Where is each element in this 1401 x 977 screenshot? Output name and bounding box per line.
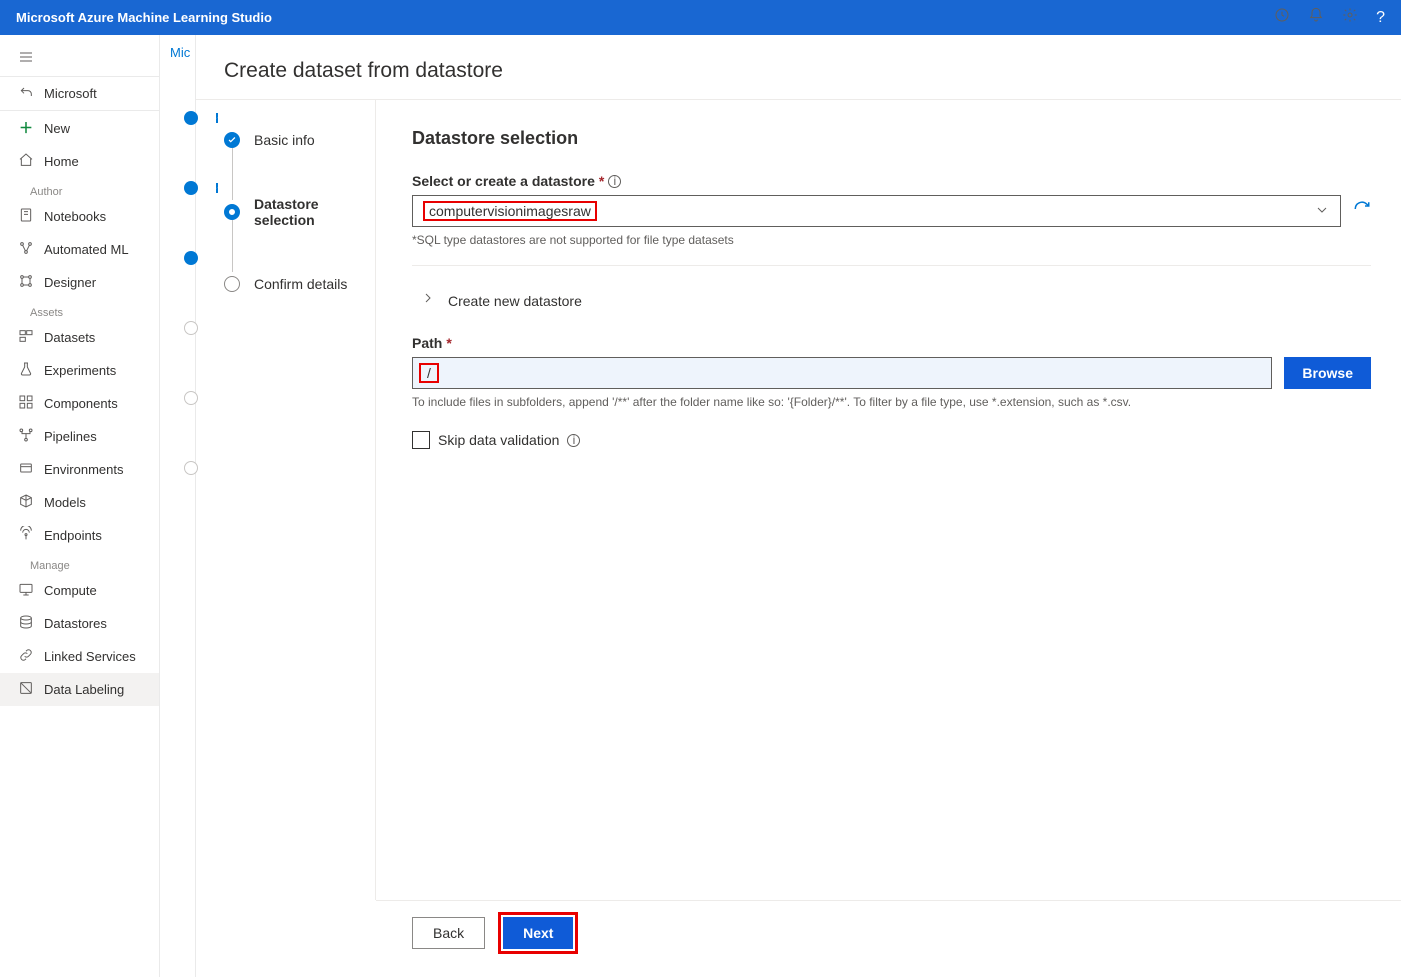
wizard-footer: Back Next xyxy=(376,900,1401,977)
bell-icon[interactable] xyxy=(1308,7,1324,28)
step-datastore-selection[interactable]: Datastore selection xyxy=(196,200,375,224)
label-icon xyxy=(18,680,34,699)
nav-endpoints[interactable]: Endpoints xyxy=(0,519,159,552)
chevron-down-icon xyxy=(1314,202,1330,221)
datastore-value: computervisionimagesraw xyxy=(423,201,597,221)
path-label: Path * xyxy=(412,335,1371,351)
components-icon xyxy=(18,394,34,413)
cube-icon xyxy=(18,493,34,512)
step-basic-info[interactable]: Basic info xyxy=(196,128,375,152)
path-value: / xyxy=(419,363,439,383)
create-datastore-link[interactable]: Create new datastore xyxy=(412,284,1371,317)
home-icon xyxy=(18,152,34,171)
help-icon[interactable]: ? xyxy=(1376,9,1385,27)
nav-designer[interactable]: Designer xyxy=(0,266,159,299)
nav-components[interactable]: Components xyxy=(0,387,159,420)
nav-automl[interactable]: Automated ML xyxy=(0,233,159,266)
section-manage: Manage xyxy=(0,552,159,574)
wizard-steps: Basic info Datastore selection Confirm d… xyxy=(196,100,376,900)
nav-datastores[interactable]: Datastores xyxy=(0,607,159,640)
datastore-hint: *SQL type datastores are not supported f… xyxy=(412,233,1371,247)
info-icon[interactable]: i xyxy=(567,434,580,447)
automl-icon xyxy=(18,240,34,259)
nav-home[interactable]: Home xyxy=(0,145,159,178)
nav-datasets[interactable]: Datasets xyxy=(0,321,159,354)
refresh-icon[interactable] xyxy=(1353,200,1371,223)
required-indicator: * xyxy=(446,335,451,351)
sidebar: Microsoft ＋ New Home Author Notebooks Au… xyxy=(0,35,160,977)
background-wizard-peek: Mic xyxy=(160,35,196,977)
flask-icon xyxy=(18,361,34,380)
topbar: Microsoft Azure Machine Learning Studio … xyxy=(0,0,1401,35)
back-button[interactable]: Back xyxy=(412,917,485,949)
plus-icon: ＋ xyxy=(18,118,34,138)
link-icon xyxy=(18,647,34,666)
breadcrumb-label: Microsoft xyxy=(44,86,97,101)
pipeline-icon xyxy=(18,427,34,446)
datastore-select[interactable]: computervisionimagesraw xyxy=(412,195,1341,227)
datasets-icon xyxy=(18,328,34,347)
topbar-actions: ? xyxy=(1274,7,1385,28)
gear-icon[interactable] xyxy=(1342,7,1358,28)
section-assets: Assets xyxy=(0,299,159,321)
info-icon[interactable]: i xyxy=(608,175,621,188)
skip-validation-checkbox[interactable]: Skip data validation i xyxy=(412,431,1371,449)
chevron-right-icon xyxy=(420,290,436,311)
checkbox-icon xyxy=(412,431,430,449)
compute-icon xyxy=(18,581,34,600)
nav-environments[interactable]: Environments xyxy=(0,453,159,486)
clock-icon[interactable] xyxy=(1274,7,1290,28)
pending-step-dot xyxy=(224,276,240,292)
nav-notebooks[interactable]: Notebooks xyxy=(0,200,159,233)
endpoint-icon xyxy=(18,526,34,545)
wizard-form: Datastore selection Select or create a d… xyxy=(376,100,1401,900)
next-button[interactable]: Next xyxy=(503,917,573,949)
nav-labeling[interactable]: Data Labeling xyxy=(0,673,159,706)
notebook-icon xyxy=(18,207,34,226)
peek-tab-label: Mic xyxy=(170,45,190,60)
wizard-title: Create dataset from datastore xyxy=(196,35,1401,100)
hamburger-icon[interactable] xyxy=(0,43,159,76)
designer-icon xyxy=(18,273,34,292)
nav-linked[interactable]: Linked Services xyxy=(0,640,159,673)
breadcrumb-back[interactable]: Microsoft xyxy=(0,77,159,110)
nav-new[interactable]: ＋ New xyxy=(0,111,159,145)
browse-button[interactable]: Browse xyxy=(1284,357,1371,389)
check-icon xyxy=(224,132,240,148)
back-arrow-icon xyxy=(18,84,34,103)
nav-experiments[interactable]: Experiments xyxy=(0,354,159,387)
path-hint: To include files in subfolders, append '… xyxy=(412,395,1371,409)
step-confirm-details[interactable]: Confirm details xyxy=(196,272,375,296)
wizard-panel: Create dataset from datastore Basic info… xyxy=(196,35,1401,977)
nav-pipelines[interactable]: Pipelines xyxy=(0,420,159,453)
nav-compute[interactable]: Compute xyxy=(0,574,159,607)
database-icon xyxy=(18,614,34,633)
app-title: Microsoft Azure Machine Learning Studio xyxy=(16,10,1274,25)
current-step-dot xyxy=(224,204,240,220)
required-indicator: * xyxy=(599,173,604,189)
environment-icon xyxy=(18,460,34,479)
datastore-label: Select or create a datastore * i xyxy=(412,173,1371,189)
section-author: Author xyxy=(0,178,159,200)
form-heading: Datastore selection xyxy=(412,128,1371,149)
path-input[interactable]: / xyxy=(412,357,1272,389)
nav-models[interactable]: Models xyxy=(0,486,159,519)
